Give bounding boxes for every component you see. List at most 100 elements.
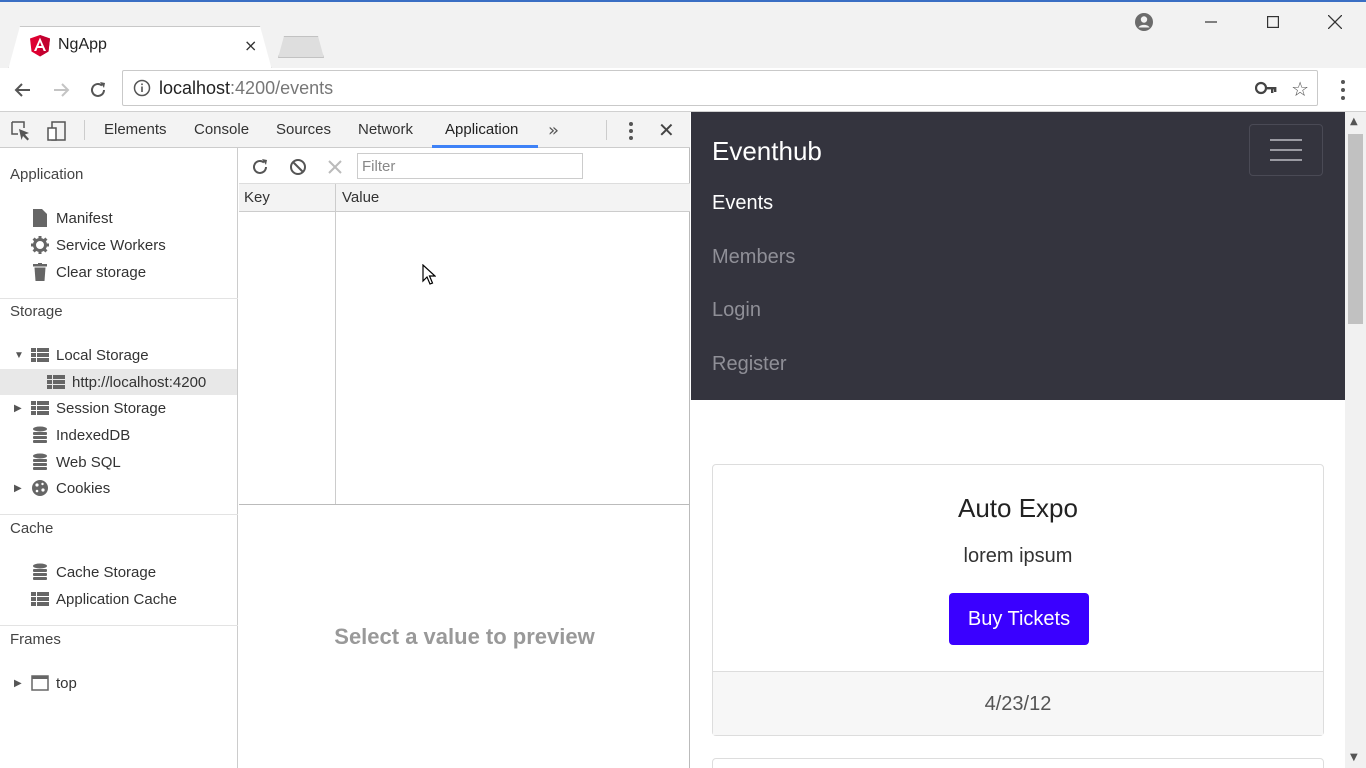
browser-titlebar: NgApp × (0, 0, 1366, 70)
navbar-brand[interactable]: Eventhub (712, 136, 822, 167)
devtools-tab-elements[interactable]: Elements (104, 112, 167, 148)
sidebar-item-manifest[interactable]: Manifest (30, 205, 113, 231)
sidebar-item-cookies[interactable]: ▶ Cookies (14, 475, 110, 501)
storage-grid-header: Key Value (239, 184, 690, 212)
devtools-tab-sources[interactable]: Sources (276, 112, 331, 148)
browser-tab[interactable]: NgApp × (8, 26, 272, 70)
devtools-panel: Elements Console Sources Network Applica… (0, 112, 690, 768)
section-title-cache: Cache (10, 520, 54, 537)
profile-icon[interactable] (1134, 12, 1154, 32)
hamburger-icon-line (1270, 149, 1302, 151)
back-button[interactable] (10, 77, 36, 103)
column-divider[interactable] (335, 184, 336, 504)
filter-input[interactable] (357, 153, 583, 179)
sidebar-item-label: Local Storage (56, 346, 149, 364)
sidebar-item-label: Application Cache (56, 590, 177, 608)
event-date: 4/23/12 (713, 671, 1323, 735)
database-icon (30, 426, 50, 444)
refresh-button[interactable] (249, 156, 271, 178)
table-icon (46, 373, 66, 391)
reload-button[interactable] (85, 77, 111, 103)
sidebar-item-frame-top[interactable]: ▶ top (14, 670, 77, 696)
nav-link-register[interactable]: Register (712, 353, 786, 376)
bookmark-star-icon[interactable]: ☆ (1291, 77, 1309, 101)
more-tabs-button[interactable]: » (548, 120, 559, 141)
clear-all-button[interactable] (287, 156, 309, 178)
key-icon[interactable] (1255, 80, 1277, 96)
nav-link-events[interactable]: Events (712, 192, 773, 215)
sidebar-item-websql[interactable]: Web SQL (30, 449, 121, 475)
sidebar-item-local-storage[interactable]: ▼ Local Storage (14, 342, 149, 368)
app-navbar: Eventhub Events Members Login Register (691, 112, 1345, 400)
sidebar-item-service-workers[interactable]: Service Workers (30, 232, 166, 258)
collapsed-triangle-icon[interactable]: ▶ (14, 403, 26, 414)
devtools-tab-console[interactable]: Console (194, 112, 249, 148)
preview-message: Select a value to preview (334, 624, 595, 649)
mouse-cursor-icon (422, 264, 436, 285)
column-header-key[interactable]: Key (244, 189, 270, 206)
devtools-close-button[interactable]: ✕ (658, 118, 675, 142)
device-toolbar-icon[interactable] (46, 120, 68, 142)
sidebar-item-local-origin[interactable]: http://localhost:4200 (0, 369, 237, 395)
devtools-tab-application[interactable]: Application (445, 112, 518, 148)
event-card: Auto Expo lorem ipsum Buy Tickets 4/23/1… (712, 464, 1324, 736)
scroll-down-arrow-icon[interactable]: ▼ (1350, 752, 1358, 763)
sidebar-item-indexeddb[interactable]: IndexedDB (30, 422, 130, 448)
buy-tickets-button[interactable]: Buy Tickets (949, 593, 1089, 645)
collapsed-triangle-icon[interactable]: ▶ (14, 483, 26, 494)
sidebar-item-label: Clear storage (56, 263, 147, 281)
delete-icon (328, 160, 342, 174)
sidebar-item-label: Manifest (56, 209, 113, 227)
sidebar-item-label: top (56, 674, 77, 692)
database-icon (30, 453, 50, 471)
maximize-icon (1267, 16, 1279, 28)
forward-button[interactable] (48, 77, 74, 103)
preview-splitter[interactable] (239, 504, 690, 505)
sidebar-item-label: Web SQL (56, 453, 121, 471)
section-title-application: Application (10, 166, 84, 183)
sidebar-item-session-storage[interactable]: ▶ Session Storage (14, 395, 166, 421)
delete-selected-button[interactable] (324, 156, 346, 178)
browser-toolbar: localhost:4200/events ☆ (0, 68, 1366, 112)
web-page-viewport: Eventhub Events Members Login Register A… (691, 112, 1345, 768)
url-path: :4200/events (230, 78, 334, 98)
devtools-menu-button[interactable] (627, 122, 635, 140)
storage-pane: Key Value Select a value to preview (239, 148, 690, 768)
nav-link-login[interactable]: Login (712, 299, 761, 322)
collapsed-triangle-icon[interactable]: ▶ (14, 678, 26, 689)
reload-icon (91, 82, 105, 97)
maximize-button[interactable] (1242, 2, 1304, 42)
expanded-triangle-icon[interactable]: ▼ (14, 350, 26, 361)
close-window-button[interactable] (1304, 2, 1366, 42)
forward-arrow-icon (54, 83, 70, 97)
sidebar-item-label: Cache Storage (56, 563, 157, 581)
scroll-up-arrow-icon[interactable]: ▲ (1350, 116, 1358, 127)
nav-link-members[interactable]: Members (712, 246, 795, 269)
navbar-toggler-button[interactable] (1249, 124, 1323, 176)
sidebar-item-cache-storage[interactable]: Cache Storage (30, 559, 156, 585)
frame-icon (30, 674, 50, 692)
url-host: localhost (159, 78, 231, 98)
scrollbar-thumb[interactable] (1348, 134, 1363, 324)
table-icon (30, 346, 50, 364)
sidebar-item-label: Service Workers (56, 236, 166, 254)
page-scrollbar[interactable]: ▲ ▼ (1345, 112, 1366, 768)
trash-icon (30, 263, 50, 281)
column-header-value[interactable]: Value (342, 189, 379, 206)
table-icon (30, 399, 50, 417)
address-bar[interactable]: localhost:4200/events ☆ (122, 70, 1318, 106)
url-text: localhost:4200/events (159, 78, 333, 99)
event-card (712, 758, 1324, 768)
devtools-tab-network[interactable]: Network (358, 112, 413, 148)
storage-toolbar (239, 148, 690, 184)
inspect-element-icon[interactable] (10, 120, 32, 142)
minimize-button[interactable] (1180, 2, 1242, 42)
section-title-frames: Frames (10, 631, 61, 648)
sidebar-item-clear-storage[interactable]: Clear storage (30, 259, 146, 285)
tab-close-button[interactable]: × (244, 36, 257, 55)
browser-menu-button[interactable] (1334, 78, 1352, 102)
info-icon[interactable] (133, 79, 151, 97)
new-tab-button[interactable] (278, 36, 324, 58)
sidebar-item-label: Session Storage (56, 399, 167, 417)
sidebar-item-application-cache[interactable]: Application Cache (30, 586, 177, 612)
